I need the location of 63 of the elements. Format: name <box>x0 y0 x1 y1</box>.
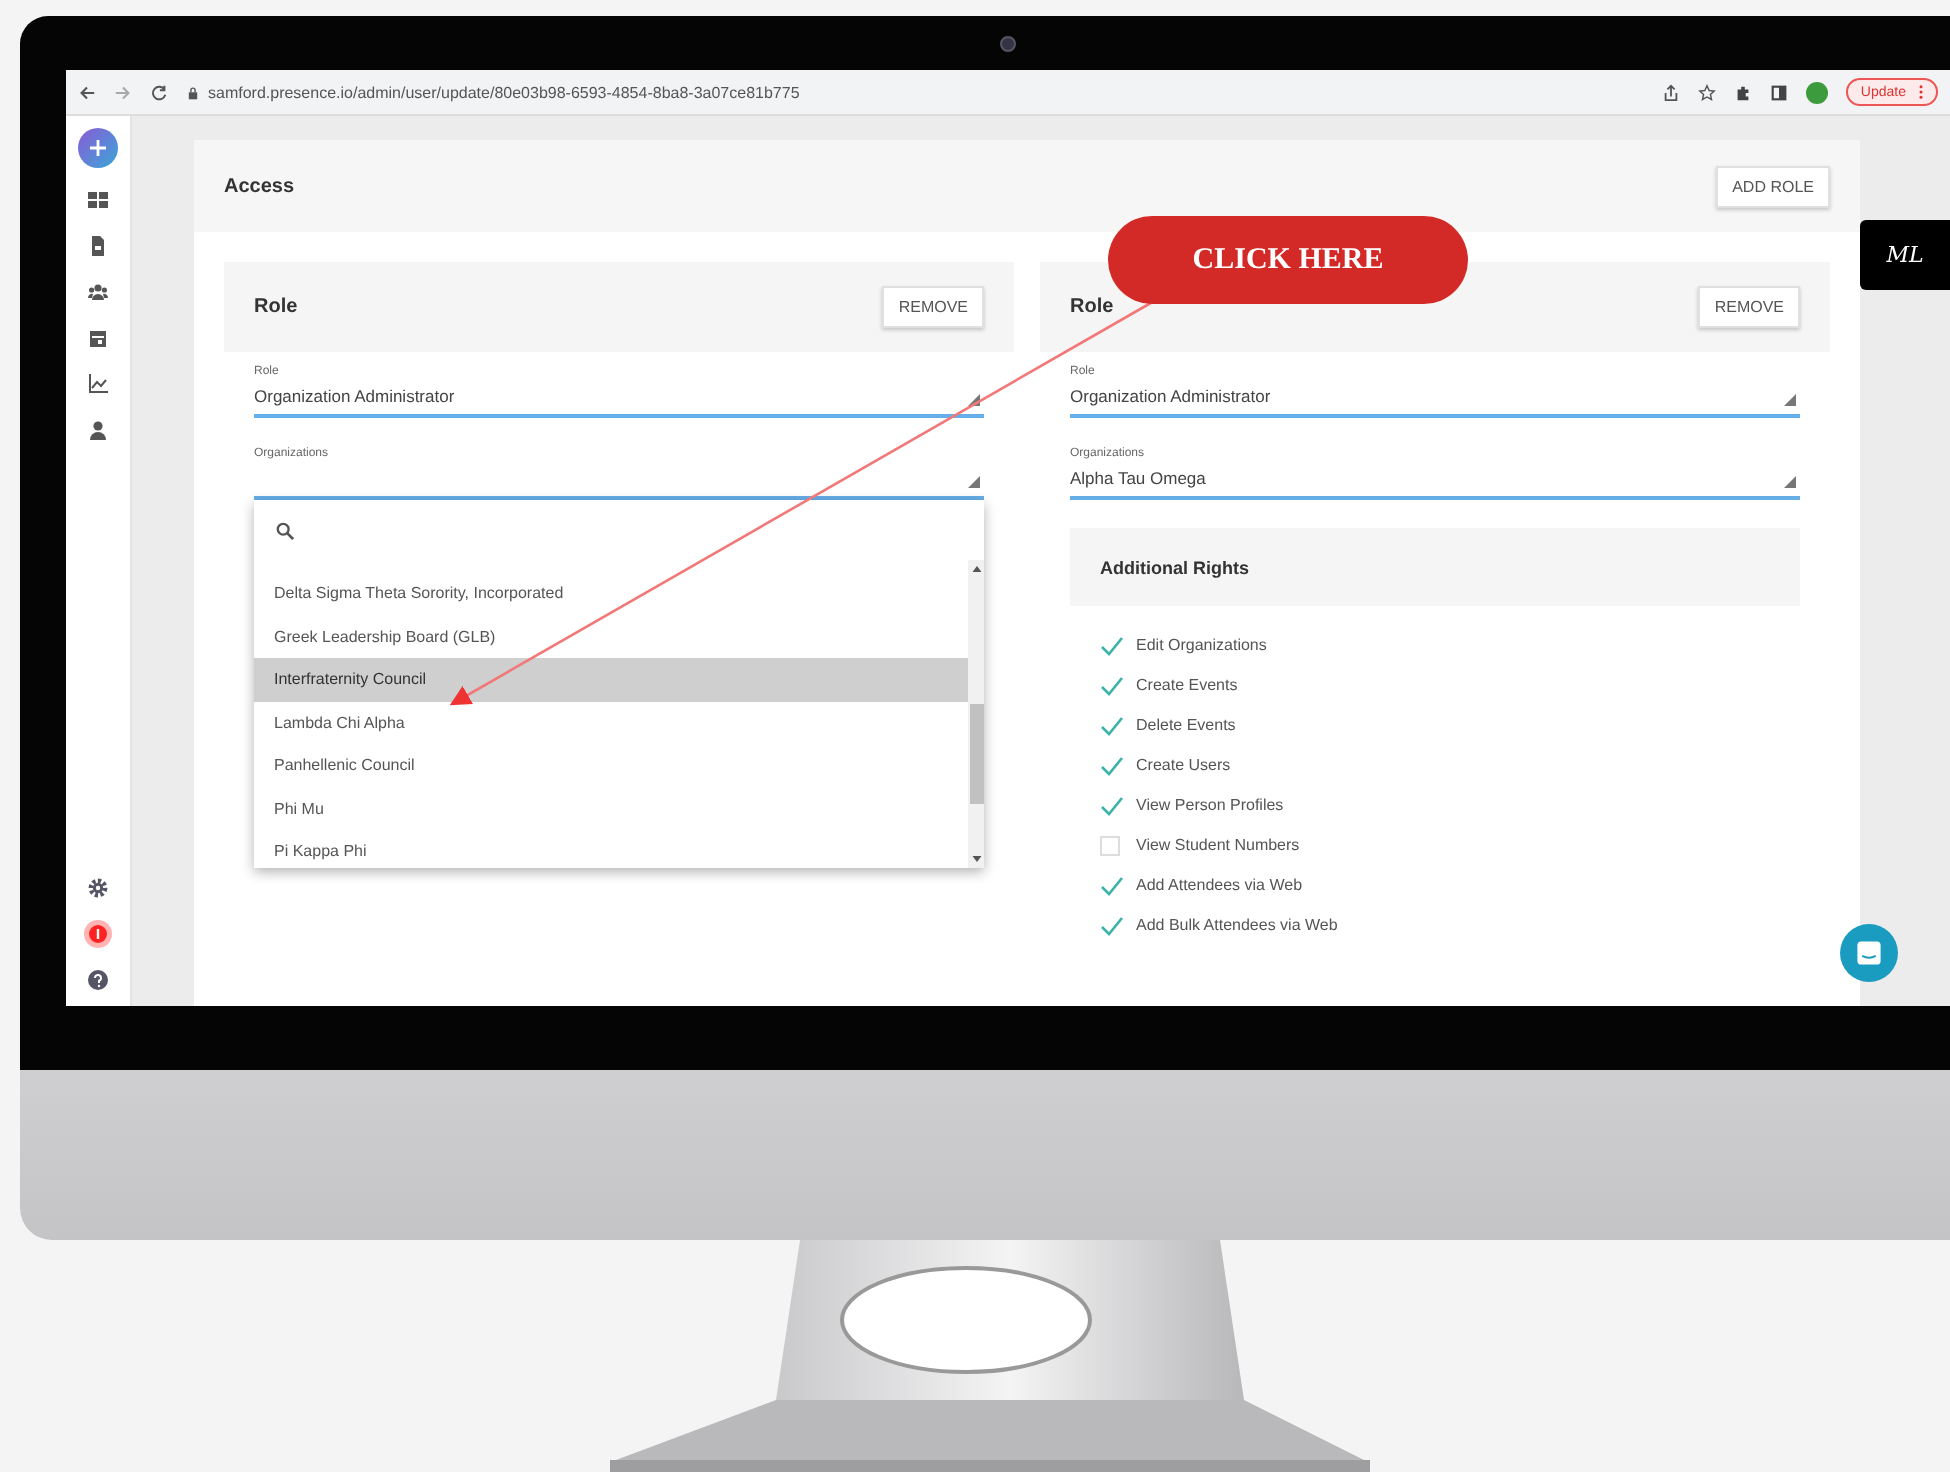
extension-badge[interactable]: ML <box>1860 220 1950 290</box>
right-label: View Person Profiles <box>1136 796 1284 814</box>
back-icon[interactable] <box>78 83 96 101</box>
dropdown-option[interactable]: Delta Sigma Theta Sorority, Incorporated <box>254 572 968 615</box>
card-title: Role <box>1070 296 1114 318</box>
dropdown-option[interactable]: Pi Kappa Phi <box>254 830 968 873</box>
notification-icon[interactable] <box>84 920 112 948</box>
dropdown-option[interactable]: Greek Leadership Board (GLB) <box>254 615 968 658</box>
right-label: Delete Events <box>1136 716 1236 734</box>
callout-button[interactable]: CLICK HERE <box>1108 216 1468 304</box>
section-title: Access <box>224 175 295 197</box>
dropdown-caret-icon <box>968 394 980 406</box>
dropdown-option[interactable]: Panhellenic Council <box>254 744 968 787</box>
remove-button[interactable]: REMOVE <box>1698 286 1800 328</box>
dropdown-caret-icon <box>1784 394 1796 406</box>
right-label: View Student Numbers <box>1136 836 1300 854</box>
right-label: Create Users <box>1136 756 1231 774</box>
scroll-up-icon <box>971 566 981 572</box>
calendar-icon[interactable] <box>88 328 108 348</box>
settings-icon[interactable] <box>88 878 108 898</box>
share-icon[interactable] <box>1662 83 1681 101</box>
reload-icon[interactable] <box>150 83 168 101</box>
right-label: Add Bulk Attendees via Web <box>1136 916 1338 934</box>
star-icon[interactable] <box>1698 83 1717 101</box>
right-label: Edit Organizations <box>1136 636 1267 654</box>
remove-button[interactable]: REMOVE <box>882 286 984 328</box>
avatar-icon[interactable] <box>1806 81 1829 103</box>
scroll-down-icon <box>971 856 981 862</box>
dropdown-option[interactable]: Interfraternity Council <box>254 658 968 701</box>
person-icon[interactable] <box>88 420 108 440</box>
right-label: Add Attendees via Web <box>1136 876 1303 894</box>
dashboard-icon[interactable] <box>88 190 108 210</box>
dropdown-option[interactable]: Phi Mu <box>254 787 968 830</box>
puzzle-icon[interactable] <box>1734 83 1753 101</box>
dropdown-caret-icon <box>1784 476 1796 488</box>
checkmark-icon[interactable] <box>1100 915 1124 935</box>
checkmark-icon[interactable] <box>1100 635 1124 655</box>
document-icon[interactable] <box>88 236 108 256</box>
search-icon <box>276 521 294 539</box>
group-icon[interactable] <box>88 282 108 302</box>
camera-icon <box>1000 36 1016 52</box>
help-icon[interactable] <box>88 970 108 990</box>
scrollbar-thumb[interactable] <box>969 704 983 804</box>
chart-icon[interactable] <box>88 374 108 394</box>
checkmark-icon[interactable] <box>1100 755 1124 775</box>
dropdown-option[interactable]: Lambda Chi Alpha <box>254 701 968 744</box>
chat-icon[interactable] <box>1840 924 1898 982</box>
sidebar-icon[interactable] <box>1770 83 1789 101</box>
address-bar[interactable]: samford.presence.io/admin/user/update/80e03b98-6593-4854-8ba8-3a07ce81b775 <box>208 83 800 101</box>
rights-title: Additional Rights <box>1100 557 1249 577</box>
lock-icon <box>186 85 200 99</box>
checkmark-icon[interactable] <box>1100 795 1124 815</box>
checkmark-icon[interactable] <box>1100 675 1124 695</box>
card-title: Role <box>254 296 298 318</box>
checkbox[interactable] <box>1100 835 1120 855</box>
dropdown-caret-icon <box>968 476 980 488</box>
right-label: Create Events <box>1136 676 1238 694</box>
checkmark-icon[interactable] <box>1100 715 1124 735</box>
add-role-button[interactable]: ADD ROLE <box>1716 165 1830 207</box>
checkmark-icon[interactable] <box>1100 875 1124 895</box>
add-icon[interactable] <box>78 128 118 168</box>
scrollbar[interactable] <box>968 560 984 868</box>
more-icon <box>1918 84 1924 100</box>
